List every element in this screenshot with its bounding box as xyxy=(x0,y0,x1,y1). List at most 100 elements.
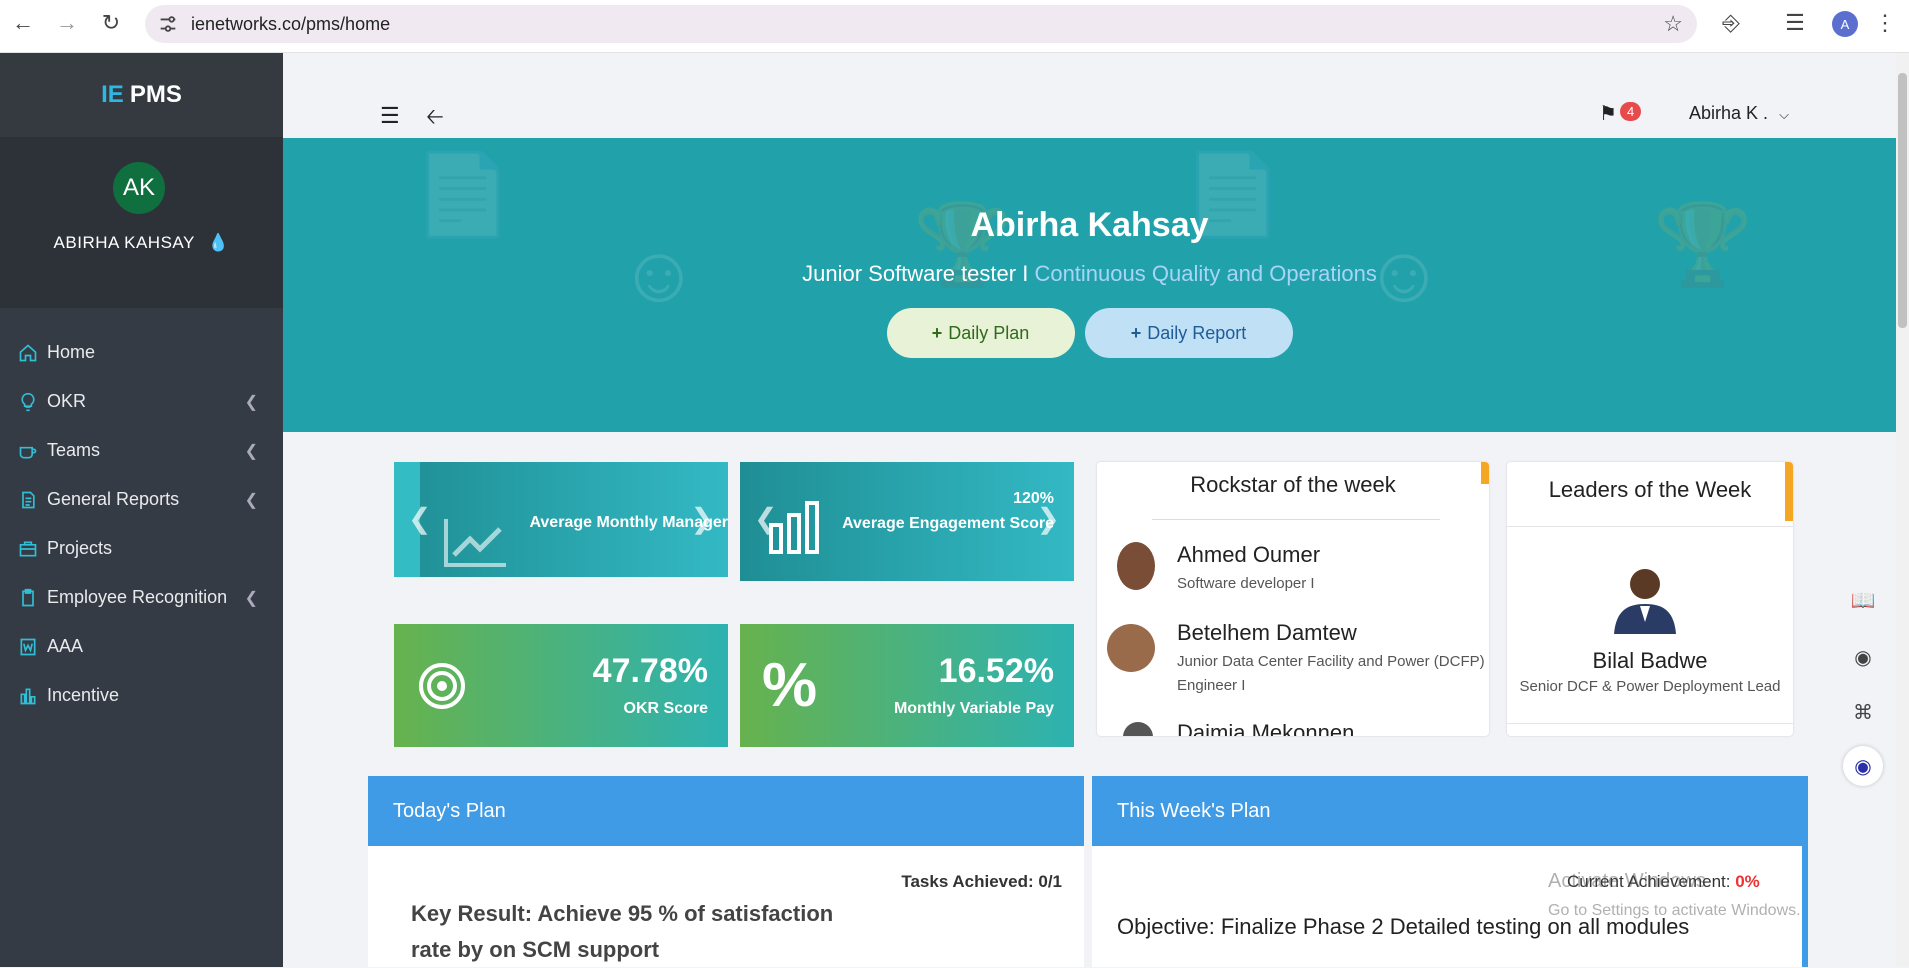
clipboard-icon xyxy=(22,588,34,606)
sidebar-item-teams[interactable]: Teams ❮ xyxy=(0,426,283,475)
profile-subtitle: Junior Software tester I Continuous Qual… xyxy=(283,261,1896,287)
chevron-right-icon[interactable]: ❯ xyxy=(1037,502,1060,535)
scrollbar[interactable] xyxy=(1896,53,1909,967)
profile-name: Abirha Kahsay xyxy=(970,206,1209,244)
avatar xyxy=(1107,624,1155,672)
sidebar-item-aaa[interactable]: AAA xyxy=(0,622,283,671)
user-short-name: Abirha K . xyxy=(1689,103,1769,123)
drop-icon: 💧 xyxy=(207,233,230,252)
bar-chart-icon xyxy=(769,501,819,554)
url-text[interactable]: ienetworks.co/pms/home xyxy=(191,14,390,35)
profile-hero: 📄 🏆 ☺ 📄 ☺ 🏆 Abirha Kahsay Junior Softwar… xyxy=(283,138,1896,432)
variable-pay-card: % 16.52% Monthly Variable Pay xyxy=(740,624,1074,747)
report-icon xyxy=(22,491,35,508)
sidebar-item-general-reports[interactable]: General Reports ❮ xyxy=(0,475,283,524)
menu-dots-icon[interactable]: ⋮ xyxy=(1870,8,1900,38)
profile-avatar[interactable]: A xyxy=(1832,11,1858,37)
reload-icon[interactable]: ↻ xyxy=(96,8,126,38)
percent-icon: % xyxy=(762,651,818,720)
briefcase-icon xyxy=(19,541,37,556)
avatar: AK xyxy=(113,162,165,214)
okr-score-label: OKR Score xyxy=(623,700,708,717)
activate-windows-subtitle: Go to Settings to activate Windows. xyxy=(1548,902,1801,919)
leaders-panel: Leaders of the Week Bilal Badwe Senior D… xyxy=(1507,462,1793,736)
todays-plan-body: Tasks Achieved: 0/1 Key Result: Achieve … xyxy=(368,846,1084,967)
job-title: Junior Software tester I xyxy=(802,261,1029,286)
brand-name: PMS xyxy=(129,81,182,108)
rockstar-item[interactable]: Ahmed Oumer Software developer I xyxy=(1107,542,1487,602)
top-navbar: ☰ 🡠 ⚑ 4 Abirha K . ⌵ xyxy=(283,53,1896,138)
sidebar-item-label: General Reports xyxy=(47,489,180,509)
sidebar-item-label: Projects xyxy=(47,538,113,558)
lightbulb-icon xyxy=(21,392,35,411)
okr-score-card: 47.78% OKR Score xyxy=(394,624,728,747)
tasks-achieved: Tasks Achieved: 0/1 xyxy=(901,872,1062,891)
sidebar-item-okr[interactable]: OKR ❮ xyxy=(0,377,283,426)
back-icon[interactable]: ← xyxy=(8,8,38,38)
rockstar-name: Ahmed Oumer xyxy=(1177,542,1321,567)
chevron-left-icon[interactable]: ❮ xyxy=(408,502,431,535)
daily-report-label: Daily Report xyxy=(1147,322,1247,343)
rockstar-item[interactable]: Betelhem Damtew Junior Data Center Facil… xyxy=(1107,620,1487,700)
rockstar-name: Daimia Mekonnen xyxy=(1177,720,1355,736)
chevron-left-icon: ❮ xyxy=(244,442,258,460)
apps-icon[interactable]: ⌘ xyxy=(1843,692,1883,732)
assistant-icon[interactable]: ◉ xyxy=(1843,746,1883,786)
key-result-text[interactable]: Key Result: Achieve 95 % of satisfaction… xyxy=(411,896,851,968)
scrollbar-thumb[interactable] xyxy=(1898,73,1907,328)
sidebar-item-label: AAA xyxy=(47,636,84,656)
avatar xyxy=(1123,722,1153,736)
sidebar-item-label: OKR xyxy=(47,391,87,411)
back-arrow-icon[interactable]: 🡠 xyxy=(426,100,444,138)
user-dropdown[interactable]: Abirha K . ⌵ xyxy=(1689,103,1789,124)
sidebar-item-projects[interactable]: Projects xyxy=(0,524,283,573)
bookmark-star-icon[interactable]: ☆ xyxy=(1663,11,1683,37)
daily-plan-button[interactable]: + Daily Plan xyxy=(886,308,1075,358)
department[interactable]: Continuous Quality and Operations xyxy=(1034,261,1376,286)
avg-monthly-card: ❮ Average Monthly Manager ❯ xyxy=(394,462,728,577)
mug-icon xyxy=(19,446,37,458)
chevron-down-icon: ⌵ xyxy=(1779,107,1789,122)
user-panel: AK ABIRHA KAHSAY 💧 xyxy=(0,138,283,308)
extensions-icon[interactable]: ⎆ xyxy=(1716,8,1746,38)
hero-actions: + Daily Plan + Daily Report xyxy=(283,308,1896,358)
flag-icon[interactable]: ⚑ xyxy=(1599,101,1617,126)
sidebar-item-label: Incentive xyxy=(47,685,120,705)
achievement-value: 0% xyxy=(1735,872,1760,891)
address-bar[interactable]: ienetworks.co/pms/home ☆ xyxy=(145,5,1697,43)
broadcast-icon[interactable]: ◉ xyxy=(1843,637,1883,677)
brand-logo: IE xyxy=(101,81,124,108)
todays-plan-header: Today's Plan xyxy=(368,776,1084,846)
daily-plan-label: Daily Plan xyxy=(948,322,1030,343)
site-settings-icon[interactable] xyxy=(157,13,179,35)
week-plan-header: This Week's Plan xyxy=(1092,776,1808,846)
main-content: ☰ 🡠 ⚑ 4 Abirha K . ⌵ 📄 🏆 ☺ 📄 ☺ 🏆 Abirha … xyxy=(283,53,1896,967)
hamburger-icon[interactable]: ☰ xyxy=(380,103,400,129)
sidebar-item-label: Home xyxy=(47,342,96,362)
user-name-text: ABIRHA KAHSAY xyxy=(53,233,195,252)
week-plan-title: This Week's Plan xyxy=(1117,799,1271,822)
book-icon[interactable]: 📖 xyxy=(1843,580,1883,620)
leader-name: Bilal Badwe xyxy=(1592,648,1708,673)
sidebar-item-incentive[interactable]: Incentive xyxy=(0,671,283,720)
home-icon xyxy=(19,343,37,361)
chart-icon xyxy=(20,688,36,704)
notification-badge[interactable]: 4 xyxy=(1620,102,1642,121)
leader-photo xyxy=(1614,569,1676,634)
rockstar-title: Rockstar of the week xyxy=(1190,472,1396,497)
daily-report-button[interactable]: + Daily Report xyxy=(1084,308,1293,358)
chevron-left-icon: ❮ xyxy=(244,491,258,509)
chevron-right-icon[interactable]: ❯ xyxy=(691,502,714,535)
rockstar-item[interactable]: Daimia Mekonnen xyxy=(1107,720,1487,736)
chevron-left-icon: ❮ xyxy=(244,589,258,607)
sidebar-item-employee-recognition[interactable]: Employee Recognition ❮ xyxy=(0,573,283,622)
sidebar-item-label: Teams xyxy=(47,440,101,460)
leader-role: Senior DCF & Power Deployment Lead xyxy=(1519,678,1781,695)
engagement-card: ❮ 120% Average Engagement Score ❯ xyxy=(740,462,1074,581)
divider xyxy=(1507,526,1793,527)
forward-icon[interactable]: → xyxy=(52,8,82,38)
sidebar-menu: Home OKR ❮ Teams ❮ General Reports ❮ Pro… xyxy=(0,328,283,720)
brand[interactable]: IE PMS xyxy=(0,53,283,138)
media-icon[interactable]: ☰ xyxy=(1780,8,1810,38)
sidebar-item-home[interactable]: Home xyxy=(0,328,283,377)
